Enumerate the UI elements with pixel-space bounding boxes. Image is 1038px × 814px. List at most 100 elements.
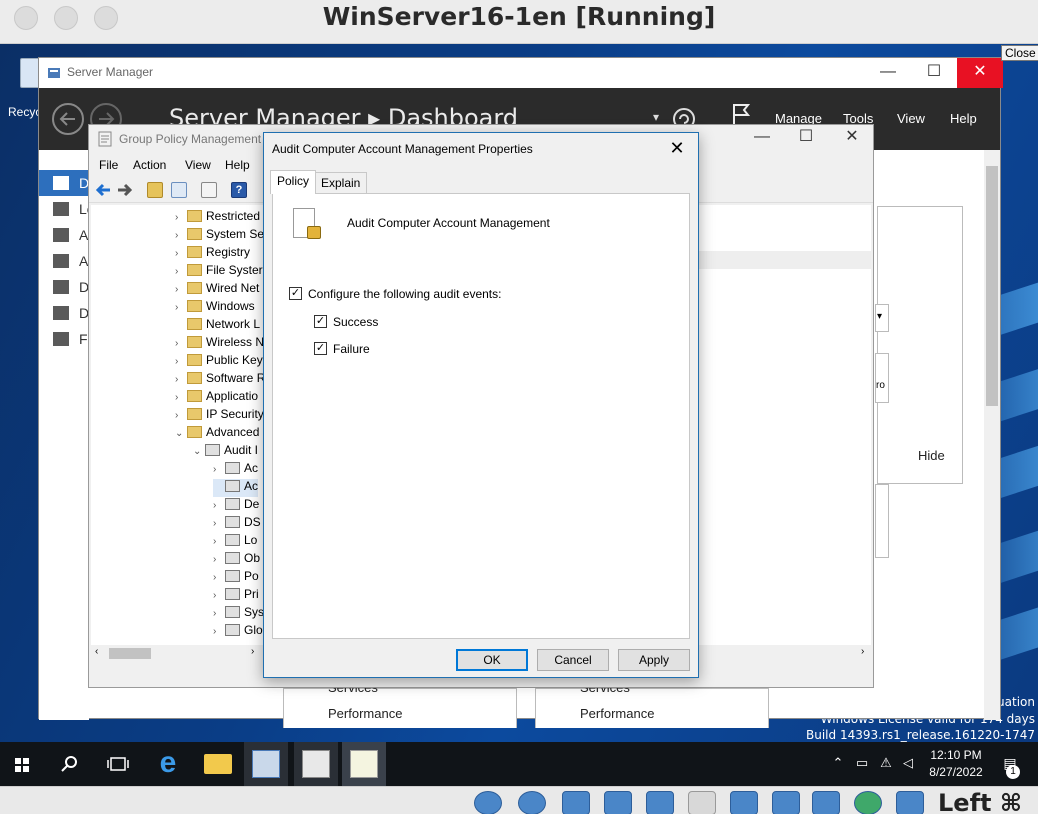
export-list-icon[interactable] — [201, 182, 217, 198]
chevron-right-icon[interactable]: › — [175, 212, 185, 223]
optical-drive-icon[interactable] — [518, 791, 546, 814]
group-policy-taskbar-icon[interactable] — [302, 750, 330, 778]
chevron-right-icon[interactable]: › — [175, 230, 185, 241]
usb-icon[interactable] — [646, 791, 674, 814]
chevron-right-icon[interactable]: › — [175, 284, 185, 295]
chevron-right-icon[interactable]: › — [175, 302, 185, 313]
tree-item[interactable]: › System Se — [175, 227, 263, 245]
chevron-right-icon[interactable]: › — [213, 536, 223, 547]
tree-item[interactable]: › Public Key — [175, 353, 263, 371]
volume-icon[interactable]: ◁ — [900, 755, 916, 771]
scrollbar-thumb[interactable] — [109, 648, 151, 659]
performance-label-1[interactable]: Performance — [328, 706, 402, 721]
menu-help[interactable]: Help — [950, 111, 977, 126]
task-view-icon[interactable] — [104, 750, 132, 778]
sidebar-item-dhcp[interactable]: D — [39, 300, 89, 326]
gpm-minimize-button[interactable]: — — [739, 125, 785, 151]
chevron-right-icon[interactable]: › — [213, 464, 223, 475]
shared-folder-icon[interactable] — [688, 791, 716, 814]
chevron-right-icon[interactable]: › — [213, 500, 223, 511]
chevron-right-icon[interactable]: › — [175, 374, 185, 385]
tree-item[interactable]: Network L — [175, 317, 260, 335]
chevron-right-icon[interactable]: › — [175, 410, 185, 421]
windows-start-icon[interactable] — [8, 750, 36, 778]
tree-item[interactable]: › Po — [213, 569, 259, 587]
success-checkbox[interactable]: ✓ — [314, 315, 327, 328]
hard-disk-icon[interactable] — [474, 791, 502, 814]
internet-explorer-icon[interactable]: e — [154, 748, 182, 778]
server-manager-taskbar-icon[interactable] — [252, 750, 280, 778]
failure-checkbox[interactable]: ✓ — [314, 342, 327, 355]
scroll-right-icon[interactable]: › — [251, 646, 254, 657]
tree-item[interactable]: › Glo — [213, 623, 263, 641]
tree-item[interactable]: › Restricted — [175, 209, 260, 227]
hide-link[interactable]: Hide — [918, 448, 945, 463]
scroll-right-icon[interactable]: › — [861, 646, 864, 657]
security-warning-icon[interactable]: ⚠ — [878, 755, 894, 771]
chevron-down-icon[interactable]: ⌄ — [193, 446, 203, 457]
tree-item[interactable]: › Lo — [213, 533, 257, 551]
apply-button[interactable]: Apply — [618, 649, 690, 671]
ok-button[interactable]: OK — [456, 649, 528, 671]
chevron-up-icon[interactable]: ⌃ — [830, 755, 846, 771]
tree-item[interactable]: › File Syster — [175, 263, 263, 281]
performance-label-2[interactable]: Performance — [580, 706, 654, 721]
tree-item[interactable]: › Applicatio — [175, 389, 258, 407]
chevron-down-icon[interactable]: ⌄ — [175, 428, 185, 439]
help-icon[interactable]: ? — [231, 182, 247, 198]
recording-icon[interactable] — [772, 791, 800, 814]
chevron-right-icon[interactable]: › — [213, 626, 223, 637]
tree-item[interactable]: › IP Security — [175, 407, 263, 425]
policy-editor-taskbar-icon[interactable] — [350, 750, 378, 778]
scroll-left-icon[interactable]: ‹ — [95, 646, 98, 657]
configure-label[interactable]: Configure the following audit events: — [308, 287, 501, 301]
menu-view[interactable]: View — [185, 158, 211, 172]
minimize-button[interactable]: — — [865, 58, 911, 88]
chevron-right-icon[interactable]: › — [175, 266, 185, 277]
chevron-right-icon[interactable]: › — [175, 338, 185, 349]
chevron-right-icon[interactable]: › — [213, 554, 223, 565]
search-icon[interactable] — [56, 750, 84, 778]
scrollbar-thumb[interactable] — [986, 166, 998, 406]
tree-item[interactable]: ⌄ Advanced — [175, 425, 259, 443]
clock[interactable]: 12:10 PM 8/27/2022 — [916, 747, 996, 781]
tree-item[interactable]: › Wired Net — [175, 281, 259, 299]
chevron-right-icon[interactable]: › — [175, 392, 185, 403]
sidebar-item-ad[interactable]: Al — [39, 248, 91, 274]
tab-policy[interactable]: Policy — [270, 170, 317, 194]
tree-item[interactable]: › Software R — [175, 371, 263, 389]
forward-icon[interactable] — [117, 182, 133, 198]
back-arrow-icon[interactable] — [51, 102, 85, 136]
maximize-button[interactable]: ☐ — [911, 58, 957, 88]
server-manager-scrollbar[interactable] — [984, 150, 1000, 720]
gpm-close-button[interactable]: ✕ — [829, 125, 875, 151]
display-icon[interactable] — [730, 791, 758, 814]
tree-item[interactable]: › DS — [213, 515, 261, 533]
tree-item[interactable]: › Ac — [213, 461, 258, 479]
gpm-maximize-button[interactable]: ☐ — [783, 125, 829, 151]
tree-item[interactable]: › Wireless N — [175, 335, 263, 353]
menu-action[interactable]: Action — [133, 158, 166, 172]
show-hide-tree-icon[interactable] — [171, 182, 187, 198]
sidebar-item-file-services[interactable]: Fi — [39, 326, 91, 352]
sidebar-item-local-server[interactable]: Lo — [39, 196, 95, 222]
tree-item[interactable]: ⌄ Audit I — [193, 443, 258, 461]
dropdown-fragment[interactable]: ▾ — [875, 304, 889, 332]
mouse-integration-icon[interactable] — [854, 791, 882, 814]
menu-view[interactable]: View — [897, 111, 925, 126]
tree-item[interactable]: › Windows — [175, 299, 255, 317]
tree-item[interactable]: Ac — [213, 479, 259, 497]
chevron-right-icon[interactable]: › — [213, 572, 223, 583]
up-folder-icon[interactable] — [147, 182, 163, 198]
chevron-right-icon[interactable]: › — [175, 248, 185, 259]
cancel-button[interactable]: Cancel — [537, 649, 609, 671]
tree-item[interactable]: › Ob — [213, 551, 260, 569]
dialog-close-button[interactable]: ✕ — [662, 137, 692, 161]
menu-help[interactable]: Help — [225, 158, 250, 172]
chevron-right-icon[interactable]: › — [175, 356, 185, 367]
back-icon[interactable] — [95, 182, 111, 198]
tree-horizontal-scrollbar[interactable]: ‹ › — [91, 645, 263, 662]
download-icon[interactable] — [896, 791, 924, 814]
dropdown-arrow-icon[interactable]: ▾ — [653, 110, 659, 124]
file-explorer-icon[interactable] — [204, 754, 232, 774]
